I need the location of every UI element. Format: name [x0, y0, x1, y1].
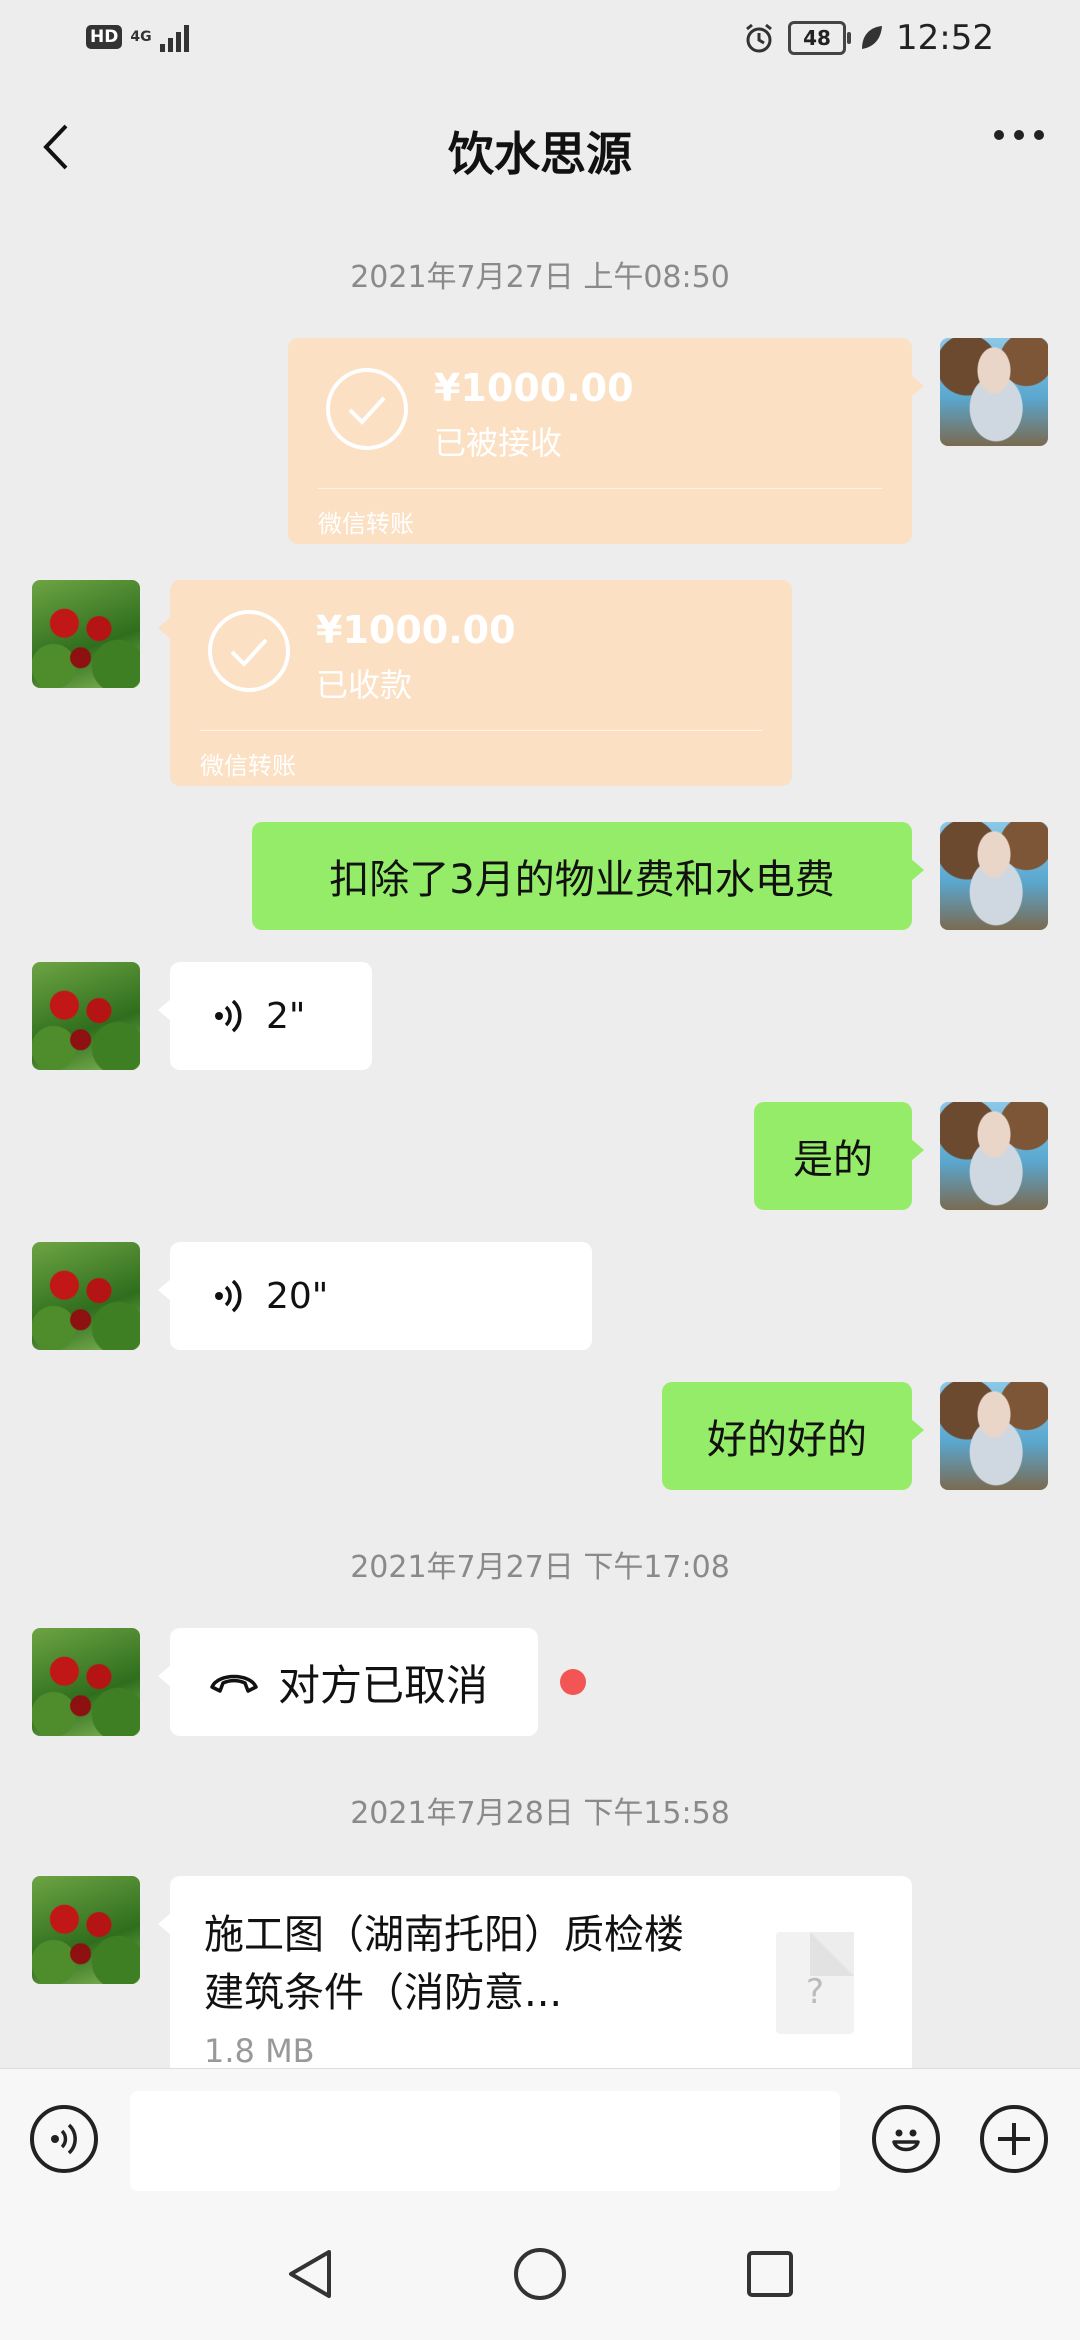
- my-avatar[interactable]: [940, 1382, 1048, 1490]
- transfer-amount: ¥1000.00: [316, 608, 516, 652]
- transfer-received-bubble[interactable]: ¥1000.00 已收款 微信转账: [158, 580, 792, 786]
- hd-badge: HD: [86, 25, 123, 49]
- voice-message-bubble[interactable]: 20": [158, 1242, 592, 1350]
- status-left: HD 4G: [86, 22, 189, 52]
- triangle-back-icon: [289, 2250, 331, 2298]
- more-button[interactable]: [994, 130, 1044, 140]
- contact-avatar[interactable]: [32, 1628, 140, 1736]
- message-bubble[interactable]: 扣除了3月的物业费和水电费: [252, 822, 924, 930]
- check-circle-icon: [326, 368, 408, 450]
- contact-avatar[interactable]: [32, 1876, 140, 1984]
- voice-wave-icon: [215, 1279, 242, 1313]
- more-dot: [994, 130, 1004, 140]
- message-input[interactable]: [130, 2091, 840, 2191]
- transfer-footer: 微信转账: [200, 752, 296, 780]
- file-size: 1.8 MB: [204, 2032, 315, 2070]
- unread-dot: [560, 1669, 586, 1695]
- transfer-footer: 微信转账: [318, 510, 414, 538]
- circle-home-icon: [514, 2248, 566, 2300]
- file-message-bubble[interactable]: 施工图（湖南托阳）质检楼 建筑条件（消防意... 1.8 MB ?: [158, 1876, 912, 2070]
- my-avatar[interactable]: [940, 338, 1048, 446]
- message-text: 好的好的: [707, 1417, 867, 1463]
- network-type: 4G: [130, 29, 152, 45]
- input-bar: [0, 2068, 1080, 2209]
- phone-hangup-icon: [210, 1674, 258, 1693]
- message-text: 是的: [793, 1137, 873, 1183]
- emoji-button[interactable]: [872, 2105, 940, 2173]
- contact-avatar[interactable]: [32, 962, 140, 1070]
- contact-avatar[interactable]: [32, 1242, 140, 1350]
- voice-icon: [51, 2123, 77, 2155]
- signal-icon: [159, 22, 189, 52]
- call-status: 对方已取消: [278, 1660, 489, 1710]
- message-bubble[interactable]: 是的: [754, 1102, 924, 1210]
- voice-duration: 20": [266, 1275, 329, 1317]
- divider: [200, 730, 762, 731]
- file-name: 施工图（湖南托阳）质检楼 建筑条件（消防意...: [204, 1912, 684, 2016]
- transfer-amount: ¥1000.00: [434, 366, 634, 410]
- status-right: 48 12:52: [742, 18, 994, 58]
- more-dot: [1014, 130, 1024, 140]
- timestamp: 2021年7月27日 上午08:50: [350, 260, 730, 295]
- voice-duration: 2": [266, 995, 306, 1037]
- nav-recents-button[interactable]: [740, 2244, 800, 2304]
- divider: [318, 488, 882, 489]
- timestamp: 2021年7月28日 下午15:58: [350, 1796, 730, 1831]
- call-message-bubble[interactable]: 对方已取消: [158, 1628, 538, 1736]
- more-dot: [1034, 130, 1044, 140]
- leaf-icon: [862, 26, 883, 49]
- contact-avatar[interactable]: [32, 580, 140, 688]
- transfer-sent-bubble[interactable]: ¥1000.00 已被接收 微信转账: [288, 338, 924, 544]
- plus-icon: [998, 2123, 1030, 2155]
- chat-title: 饮水思源: [448, 127, 632, 181]
- my-avatar[interactable]: [940, 822, 1048, 930]
- nav-back-button[interactable]: [280, 2244, 340, 2304]
- transfer-status: 已被接收: [434, 424, 563, 462]
- transfer-status: 已收款: [316, 666, 413, 704]
- status-bar: HD 4G 48 12:52: [0, 0, 1080, 80]
- voice-message-bubble[interactable]: 2": [158, 962, 372, 1070]
- emoji-icon: [892, 2129, 920, 2152]
- battery-icon: 48: [788, 21, 852, 55]
- square-recents-icon: [747, 2251, 793, 2297]
- file-icon: ?: [776, 1932, 854, 2034]
- title-bar: 饮水思源: [0, 80, 1080, 210]
- my-avatar[interactable]: [940, 1102, 1048, 1210]
- check-circle-icon: [208, 610, 290, 692]
- voice-input-button[interactable]: [30, 2105, 98, 2173]
- timestamp: 2021年7月27日 下午17:08: [350, 1550, 730, 1585]
- plus-button[interactable]: [980, 2105, 1048, 2173]
- alarm-icon: [746, 23, 772, 53]
- message-bubble[interactable]: 好的好的: [662, 1382, 924, 1490]
- clock: 12:52: [896, 18, 994, 58]
- file-unknown-mark: ?: [805, 1972, 825, 2012]
- nav-home-button[interactable]: [510, 2244, 570, 2304]
- voice-wave-icon: [215, 999, 242, 1033]
- message-text: 扣除了3月的物业费和水电费: [329, 857, 835, 903]
- system-nav-bar: [0, 2208, 1080, 2340]
